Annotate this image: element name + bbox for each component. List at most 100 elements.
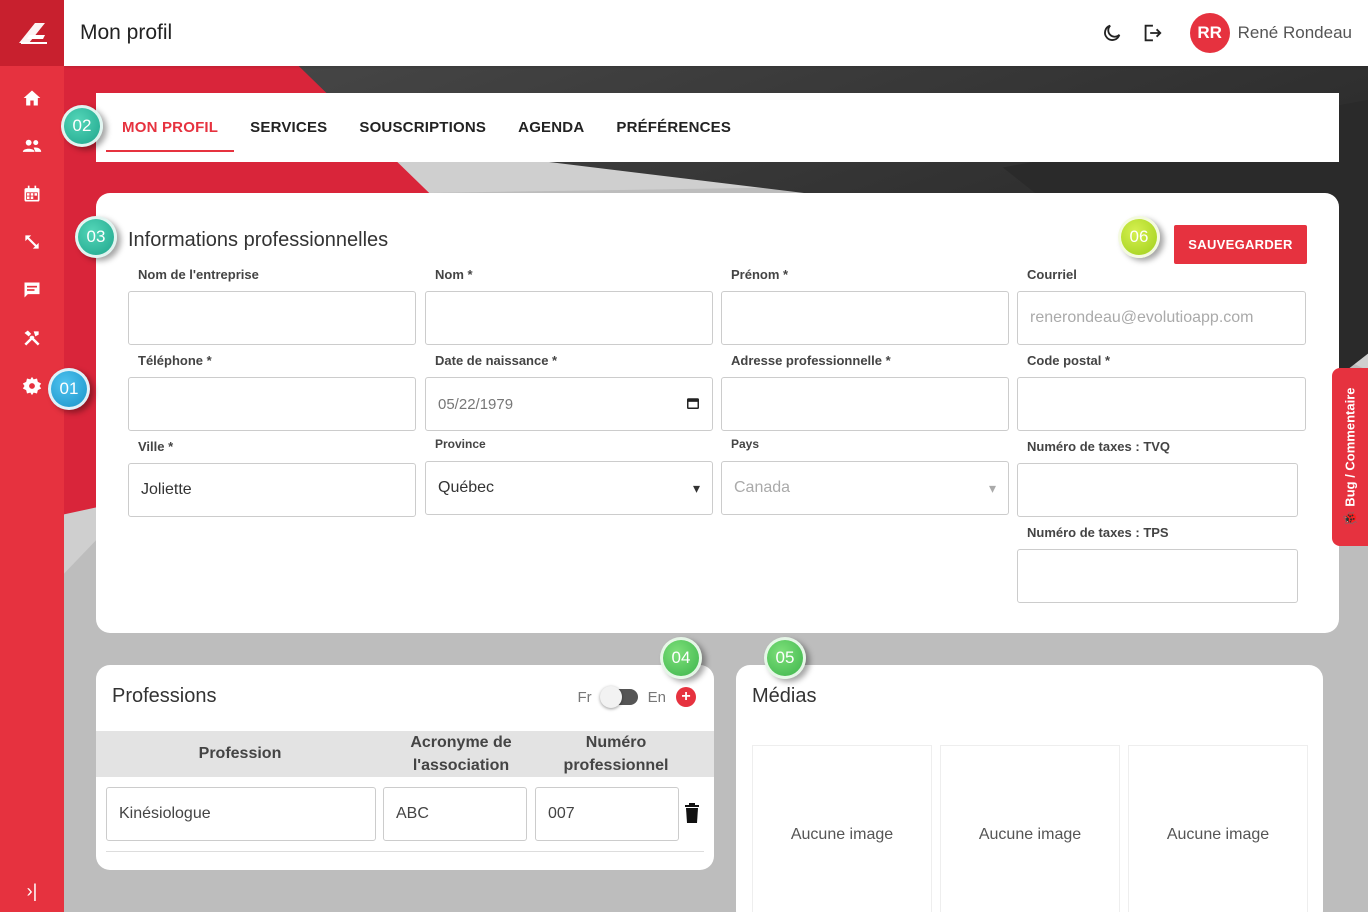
expand-icon — [25, 235, 39, 249]
field-postal: Code postal * — [1017, 353, 1306, 431]
language-toggle[interactable] — [599, 686, 638, 708]
tps-input[interactable] — [1017, 549, 1298, 603]
profile-tabs: MON PROFIL SERVICES SOUSCRIPTIONS AGENDA… — [96, 93, 1339, 162]
field-label: Pays — [731, 437, 760, 451]
media-slot[interactable]: Aucune image — [752, 745, 932, 912]
tab-agenda[interactable]: AGENDA — [502, 93, 600, 162]
dark-mode-button[interactable] — [1100, 21, 1124, 45]
add-profession-button[interactable]: + — [676, 687, 696, 707]
last-name-input[interactable] — [425, 291, 713, 345]
postal-code-input[interactable] — [1017, 377, 1306, 431]
city-input[interactable]: Joliette — [128, 463, 416, 517]
save-button[interactable]: SAUVEGARDER — [1174, 225, 1307, 264]
bug-report-label: 🐞 Bug / Commentaire — [1342, 387, 1358, 527]
country-value: Canada — [734, 479, 791, 496]
sidebar-item-home[interactable] — [0, 74, 64, 122]
professions-title: Professions — [112, 685, 217, 707]
field-label: Nom * — [435, 267, 473, 282]
field-nom: Nom * — [425, 267, 713, 345]
acronym-input[interactable]: ABC — [383, 787, 527, 841]
field-adresse: Adresse professionnelle * — [721, 353, 1009, 431]
field-tps: Numéro de taxes : TPS — [1017, 525, 1298, 603]
media-slot[interactable]: Aucune image — [1128, 745, 1308, 912]
step-badge-02: 02 — [61, 105, 103, 147]
field-label: Date de naissance * — [435, 353, 558, 368]
field-pays: Pays Canada ▾ — [721, 437, 1009, 515]
step-badge-01: 01 — [48, 368, 90, 410]
step-badge-05: 05 — [764, 637, 806, 679]
avatar[interactable]: RR — [1189, 13, 1230, 53]
birthdate-input[interactable]: 05/22/1979 — [425, 377, 713, 431]
section-title: Informations professionnelles — [128, 229, 389, 251]
table-header: Profession Acronyme de l'association Num… — [96, 731, 714, 777]
tab-preferences[interactable]: PRÉFÉRENCES — [600, 93, 747, 162]
field-tvq: Numéro de taxes : TVQ — [1017, 439, 1298, 517]
profession-input[interactable]: Kinésiologue — [106, 787, 376, 841]
logout-button[interactable] — [1140, 21, 1164, 45]
sidebar-collapse-button[interactable]: ›| — [0, 881, 64, 902]
bug-report-tab[interactable]: 🐞 Bug / Commentaire — [1332, 368, 1368, 546]
email-field[interactable]: renerondeau@evolutioapp.com — [1017, 291, 1306, 345]
lang-en-label: En — [647, 688, 666, 706]
step-badge-03: 03 — [75, 216, 117, 258]
country-select[interactable]: Canada ▾ — [721, 461, 1009, 515]
top-header: Mon profil RR René Rondeau — [64, 0, 1368, 66]
tvq-input[interactable] — [1017, 463, 1298, 517]
field-label: Adresse professionnelle * — [731, 353, 891, 368]
step-badge-06: 06 — [1118, 216, 1160, 258]
gear-icon — [22, 376, 42, 396]
field-telephone: Téléphone * — [128, 353, 416, 431]
sidebar-item-calendar[interactable] — [0, 170, 64, 218]
tab-souscriptions[interactable]: SOUSCRIPTIONS — [343, 93, 502, 162]
field-entreprise: Nom de l'entreprise — [128, 267, 416, 345]
sidebar-item-messages[interactable] — [0, 266, 64, 314]
first-name-input[interactable] — [721, 291, 1009, 345]
media-slot[interactable]: Aucune image — [940, 745, 1120, 912]
user-name[interactable]: René Rondeau — [1238, 23, 1352, 43]
medias-card: Médias Aucune image Aucune image Aucune … — [736, 665, 1323, 912]
field-label: Numéro de taxes : TVQ — [1027, 439, 1171, 454]
trash-icon — [685, 803, 699, 823]
field-label: Téléphone * — [138, 353, 212, 368]
field-label: Ville * — [138, 439, 174, 454]
field-courriel: Courriel renerondeau@evolutioapp.com — [1017, 267, 1306, 345]
field-ville: Ville * Joliette — [128, 439, 416, 517]
chat-icon — [24, 282, 40, 298]
professional-info-card: Informations professionnelles SAUVEGARDE… — [96, 193, 1339, 633]
column-header-numero: Numéro professionnel — [563, 734, 669, 774]
logo-icon — [19, 23, 47, 44]
professional-number-input[interactable]: 007 — [535, 787, 679, 841]
app-logo[interactable] — [0, 0, 64, 66]
chevron-down-icon: ▾ — [692, 479, 700, 496]
sidebar-item-tools[interactable] — [0, 314, 64, 362]
sidebar-item-expand[interactable] — [0, 218, 64, 266]
field-naissance: Date de naissance * 05/22/1979 — [425, 353, 713, 431]
table-row: Kinésiologue ABC 007 — [96, 787, 714, 843]
company-name-input[interactable] — [128, 291, 416, 345]
sidebar: ›| — [0, 0, 64, 912]
moon-icon — [1103, 24, 1120, 41]
field-province: Province Québec ▾ — [425, 437, 713, 515]
sidebar-item-users[interactable] — [0, 122, 64, 170]
delete-row-button[interactable] — [684, 803, 700, 828]
field-label: Nom de l'entreprise — [138, 267, 259, 282]
column-header-profession: Profession — [198, 745, 282, 762]
column-header-acronyme: Acronyme de l'association — [410, 734, 512, 774]
field-label: Numéro de taxes : TPS — [1027, 525, 1169, 540]
logout-icon — [1144, 24, 1162, 42]
home-icon — [23, 90, 41, 106]
address-input[interactable] — [721, 377, 1009, 431]
language-toggle-group: Fr En + — [577, 686, 696, 708]
province-select[interactable]: Québec ▾ — [425, 461, 713, 515]
collapse-icon: ›| — [26, 881, 38, 901]
field-label: Province — [435, 437, 486, 451]
tab-services[interactable]: SERVICES — [234, 93, 343, 162]
calendar-icon — [24, 185, 40, 202]
tools-icon — [24, 330, 40, 346]
tab-mon-profil[interactable]: MON PROFIL — [106, 93, 235, 162]
professions-card: Professions Fr En + Profession Acronyme … — [96, 665, 714, 870]
phone-input[interactable] — [128, 377, 416, 431]
birthdate-value: 05/22/1979 — [438, 395, 514, 413]
field-label: Code postal * — [1027, 353, 1111, 368]
calendar-picker-icon[interactable] — [686, 396, 700, 413]
